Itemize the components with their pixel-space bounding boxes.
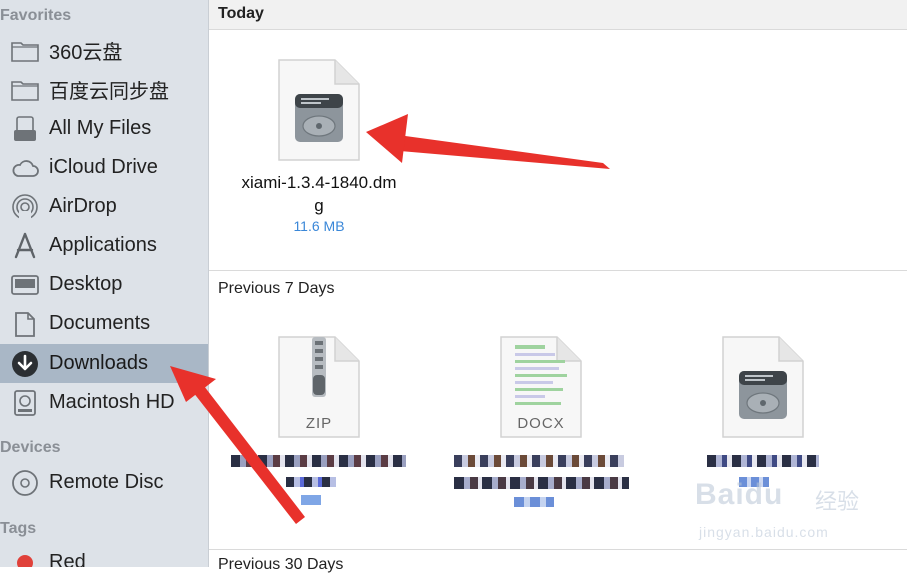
- watermark-text: 经验: [815, 489, 860, 514]
- hard-drive-icon: [11, 389, 39, 417]
- sidebar-item-label: Red: [49, 551, 86, 567]
- desktop-icon: [11, 271, 39, 299]
- sidebar-item-remote-disc[interactable]: Remote Disc: [0, 463, 208, 502]
- all-files-icon: [11, 115, 39, 143]
- sidebar-item-all-my-files[interactable]: All My Files: [0, 109, 208, 148]
- sidebar-item-documents[interactable]: Documents: [0, 304, 208, 343]
- divider: [209, 29, 907, 30]
- divider: [209, 270, 907, 271]
- sidebar-item-360-cloud[interactable]: 360云盘: [0, 31, 208, 70]
- sidebar-item-label: 百度云同步盘: [49, 81, 169, 103]
- obscured-filename-2: [454, 455, 629, 507]
- sidebar-item-label: Documents: [49, 312, 151, 334]
- applications-icon: [11, 232, 39, 260]
- sidebar-item-label: AirDrop: [49, 195, 117, 217]
- file-name[interactable]: xiami-1.3.4-1840.dm g: [219, 171, 419, 217]
- group-header-previous-30-days: Previous 30 Days: [209, 552, 907, 582]
- file-browser: Today xiami-1.3.4-1840.dm g 11.6 MB Prev…: [209, 0, 907, 582]
- sidebar-item-airdrop[interactable]: AirDrop: [0, 187, 208, 226]
- sidebar-item-label: Downloads: [49, 352, 148, 374]
- favorites-header: Favorites: [0, 7, 72, 24]
- obscured-filename-1: [231, 455, 406, 507]
- group-title: Previous 7 Days: [218, 280, 335, 297]
- red-tag-dot-icon: [11, 549, 39, 567]
- folder-icon: [11, 76, 39, 104]
- sidebar-item-macintosh-hd[interactable]: Macintosh HD: [0, 383, 208, 422]
- sidebar-item-downloads[interactable]: Downloads: [0, 344, 208, 383]
- divider: [209, 549, 907, 550]
- sidebar-item-label: Applications: [49, 234, 157, 256]
- sidebar-item-label: Remote Disc: [49, 471, 164, 493]
- dmg-file-icon: [721, 335, 805, 444]
- disc-icon: [11, 469, 39, 497]
- cloud-icon: [11, 154, 39, 182]
- documents-icon: [11, 310, 39, 338]
- sidebar: Favorites 360云盘 百度云同步盘 All My Files iClo…: [0, 0, 209, 567]
- folder-icon: [11, 37, 39, 65]
- sidebar-item-label: All My Files: [49, 117, 152, 139]
- tags-header: Tags: [0, 520, 37, 537]
- sidebar-item-label: 360云盘: [49, 42, 123, 64]
- downloads-icon: [11, 350, 39, 378]
- file-type-badge: DOCX: [517, 415, 565, 432]
- file-type-badge: ZIP: [305, 415, 333, 432]
- sidebar-item-icloud[interactable]: iCloud Drive: [0, 148, 208, 187]
- watermark-url: jingyan.baidu.com: [699, 524, 829, 540]
- group-header-previous-7-days: Previous 7 Days: [209, 274, 907, 304]
- file-size: 11.6 MB: [293, 218, 345, 234]
- devices-header: Devices: [0, 439, 61, 456]
- group-header-today: Today: [209, 0, 907, 30]
- sidebar-item-desktop[interactable]: Desktop: [0, 265, 208, 304]
- dmg-file-icon: [277, 58, 361, 167]
- sidebar-item-baidu-sync[interactable]: 百度云同步盘: [0, 70, 208, 109]
- sidebar-item-label: Macintosh HD: [49, 391, 175, 413]
- group-title: Previous 30 Days: [218, 556, 344, 573]
- sidebar-item-label: Desktop: [49, 273, 123, 295]
- sidebar-item-tag-red[interactable]: Red: [0, 543, 208, 567]
- sidebar-item-label: iCloud Drive: [49, 156, 158, 178]
- file-name-line-2: g: [314, 196, 324, 215]
- airdrop-icon: [11, 193, 39, 221]
- baidu-watermark: Baidu 经验 jingyan.baidu.com: [695, 478, 895, 548]
- sidebar-item-applications[interactable]: Applications: [0, 226, 208, 265]
- watermark-logo: Baidu: [695, 478, 784, 511]
- file-name-line-1: xiami-1.3.4-1840.dm: [241, 173, 397, 192]
- group-title: Today: [218, 5, 264, 22]
